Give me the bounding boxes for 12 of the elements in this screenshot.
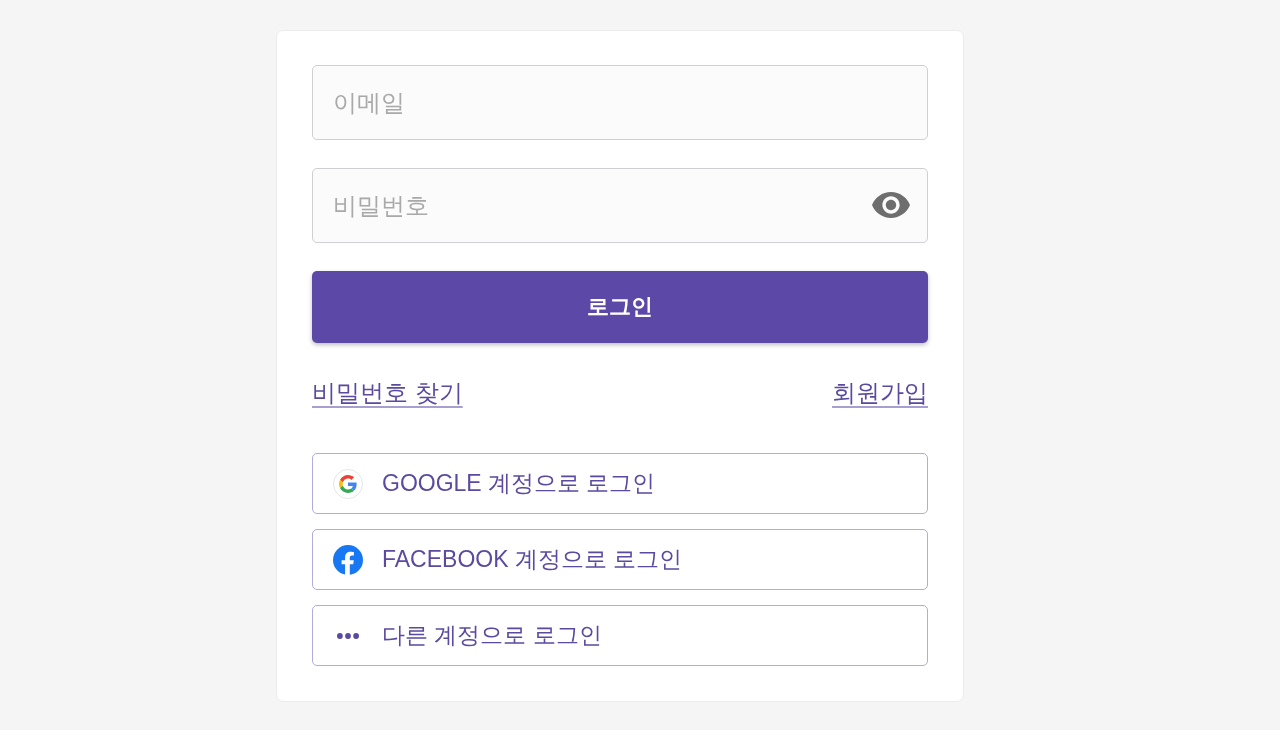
sign-up-link[interactable]: 회원가입 — [832, 375, 928, 411]
find-password-link[interactable]: 비밀번호 찾기 — [312, 375, 463, 411]
eye-icon[interactable] — [872, 192, 910, 218]
facebook-login-button[interactable]: FACEBOOK 계정으로 로그인 — [312, 529, 928, 590]
google-g-icon — [332, 468, 363, 499]
login-button[interactable]: 로그인 — [312, 271, 928, 343]
other-login-button[interactable]: 다른 계정으로 로그인 — [312, 605, 928, 666]
password-field[interactable]: 비밀번호 — [312, 168, 928, 243]
google-login-button[interactable]: GOOGLE 계정으로 로그인 — [312, 453, 928, 514]
email-field[interactable]: 이메일 — [312, 65, 928, 140]
more-dots-icon — [336, 632, 359, 639]
facebook-f-icon — [332, 544, 363, 575]
